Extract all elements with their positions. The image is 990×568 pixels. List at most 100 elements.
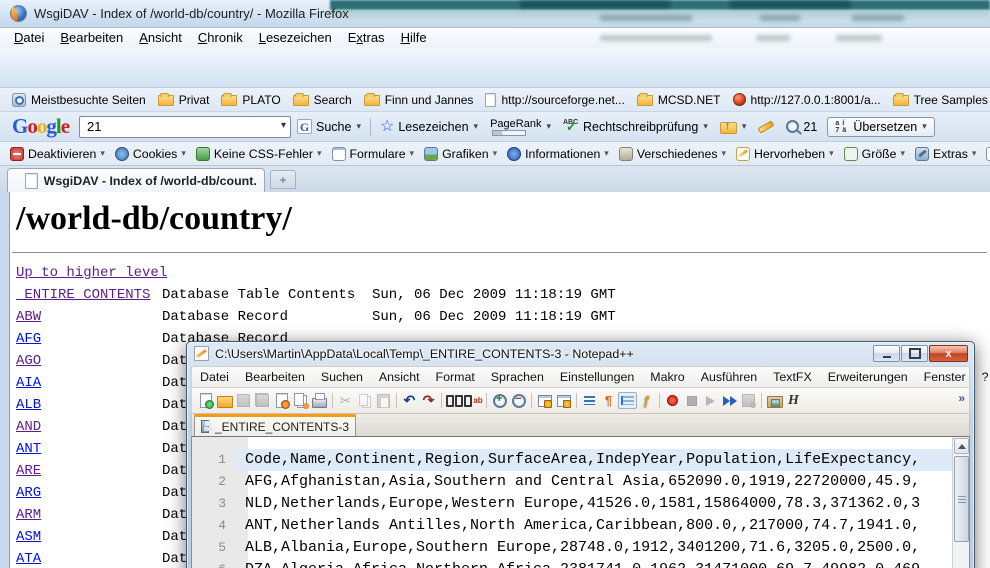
webdev-menu-item[interactable]: Grafiken▾ xyxy=(419,147,502,161)
toolbar-icon[interactable] xyxy=(784,392,803,409)
toolbar-icon[interactable] xyxy=(396,393,397,408)
toolbar-icon[interactable] xyxy=(355,392,374,409)
caret-icon[interactable]: ▾ xyxy=(356,121,361,132)
toolbar-icon[interactable] xyxy=(272,392,291,409)
notepad-menu-item[interactable]: Ausführen xyxy=(693,367,765,388)
minimize-button[interactable] xyxy=(873,345,900,362)
entry-link[interactable]: ATA xyxy=(16,548,162,568)
firefox-titlebar[interactable]: WsgiDAV - Index of /world-db/country/ - … xyxy=(0,0,990,28)
notepad-menu-item[interactable]: Datei xyxy=(192,367,237,388)
webdev-menu-item[interactable]: Deaktivieren▾ xyxy=(5,147,110,161)
scroll-up-arrow[interactable] xyxy=(954,438,969,454)
entry-link[interactable]: ARM xyxy=(16,504,162,526)
pagerank-button[interactable]: PageRank ▾ xyxy=(484,118,557,136)
entry-link[interactable]: ARE xyxy=(16,460,162,482)
toolbar-overflow-chevron[interactable]: » xyxy=(958,391,965,405)
menu-item[interactable]: Datei xyxy=(6,28,52,48)
toolbar-icon[interactable] xyxy=(486,393,487,408)
notepad-menu-item[interactable]: TextFX xyxy=(765,367,820,388)
toolbar-icon[interactable] xyxy=(441,393,442,408)
google-bookmarks-button[interactable]: ☆ Lesezeichen ▾ xyxy=(374,120,484,134)
vertical-scrollbar[interactable] xyxy=(952,437,969,568)
search-dropdown-caret[interactable]: ▾ xyxy=(281,120,286,131)
bookmark-item[interactable]: Tree Samples xyxy=(887,93,990,107)
highlighter-button[interactable] xyxy=(752,124,780,130)
spellcheck-button[interactable]: ABC Rechtschreibprüfung ▾ xyxy=(557,119,714,134)
menu-item[interactable]: Extras xyxy=(340,28,393,48)
toolbar-icon[interactable] xyxy=(739,392,758,409)
bookmark-item[interactable]: http://sourceforge.net... xyxy=(479,93,630,107)
toolbar-icon[interactable] xyxy=(659,393,660,408)
toolbar-icon[interactable] xyxy=(761,393,762,408)
close-button[interactable]: x xyxy=(929,345,968,362)
toolbar-icon[interactable] xyxy=(701,392,720,409)
entry-link[interactable]: ABW xyxy=(16,306,162,328)
caret-icon[interactable]: ▾ xyxy=(703,121,708,132)
bookmark-item[interactable]: http://127.0.0.1:8001/a... xyxy=(727,93,887,107)
entry-link[interactable]: ARG xyxy=(16,482,162,504)
notepad-menu-item[interactable]: Makro xyxy=(642,367,692,388)
toolbar-icon[interactable] xyxy=(509,392,528,409)
webdev-menu-item[interactable]: Formulare▾ xyxy=(327,147,420,161)
webdev-menu-item[interactable]: Extras▾ xyxy=(910,147,981,161)
up-to-higher-level-link[interactable]: Up to higher level xyxy=(16,262,167,284)
toolbar-icon[interactable] xyxy=(576,393,577,408)
find-count-button[interactable]: 21 xyxy=(780,120,823,134)
entry-link[interactable]: _ENTIRE_CONTENTS xyxy=(16,284,162,306)
tab-wsgidav[interactable]: WsgiDAV - Index of /world-db/count... xyxy=(7,168,265,192)
toolbar-icon[interactable] xyxy=(419,392,438,409)
notepad-menu-item[interactable]: Ansicht xyxy=(371,367,428,388)
toolbar-icon[interactable] xyxy=(253,392,272,409)
webdev-menu-item[interactable]: Quellte▾ xyxy=(981,147,990,161)
toolbar-icon[interactable] xyxy=(196,392,215,409)
toolbar-icon[interactable] xyxy=(682,392,701,409)
bookmark-item[interactable]: Meistbesuchte Seiten xyxy=(6,93,152,107)
bookmark-item[interactable]: Finn und Jannes xyxy=(358,93,480,107)
toolbar-icon[interactable] xyxy=(332,393,333,408)
bookmark-item[interactable]: Search xyxy=(287,93,358,107)
toolbar-icon[interactable] xyxy=(234,392,253,409)
google-search-button[interactable]: G Suche ▾ xyxy=(291,119,367,134)
caret-icon[interactable]: ▾ xyxy=(546,121,551,132)
notepad-menu-item[interactable]: Einstellungen xyxy=(552,367,642,388)
entry-link[interactable]: ALB xyxy=(16,394,162,416)
webdev-menu-item[interactable]: Keine CSS-Fehler▾ xyxy=(191,147,327,161)
notepad-menu-item[interactable]: Suchen xyxy=(313,367,371,388)
toolbar-icon[interactable] xyxy=(490,392,509,409)
toolbar-icon[interactable] xyxy=(599,392,618,409)
toolbar-icon[interactable] xyxy=(291,392,310,409)
toolbar-icon[interactable] xyxy=(464,392,483,409)
translate-button[interactable]: aí7ä Übersetzen ▾ xyxy=(827,117,934,137)
notepad-menu-item[interactable]: Fenster xyxy=(916,367,974,388)
toolbar-icon[interactable] xyxy=(445,392,464,409)
menu-item[interactable]: Lesezeichen xyxy=(251,28,340,48)
send-to-button[interactable]: ▾ xyxy=(714,120,753,134)
menu-item[interactable]: Ansicht xyxy=(131,28,190,48)
toolbar-icon[interactable] xyxy=(618,392,637,409)
menu-item[interactable]: Bearbeiten xyxy=(52,28,131,48)
toolbar-icon[interactable] xyxy=(215,392,234,409)
scrollbar-thumb[interactable] xyxy=(954,456,969,542)
caret-icon[interactable]: ▾ xyxy=(474,121,479,132)
webdev-menu-item[interactable]: Größe▾ xyxy=(839,147,910,161)
entry-link[interactable]: AGO xyxy=(16,350,162,372)
notepad-menu-item[interactable]: ? xyxy=(974,367,990,388)
webdev-menu-item[interactable]: Cookies▾ xyxy=(110,147,191,161)
toolbar-icon[interactable] xyxy=(720,392,739,409)
toolbar-icon[interactable] xyxy=(663,392,682,409)
toolbar-icon[interactable] xyxy=(580,392,599,409)
toolbar-icon[interactable] xyxy=(765,392,784,409)
maximize-button[interactable] xyxy=(901,345,928,362)
menu-item[interactable]: Chronik xyxy=(190,28,251,48)
webdev-menu-item[interactable]: Verschiedenes▾ xyxy=(614,147,731,161)
editor-area[interactable]: 1Code,Name,Continent,Region,SurfaceArea,… xyxy=(191,436,970,568)
toolbar-icon[interactable] xyxy=(531,393,532,408)
bookmark-item[interactable]: Privat xyxy=(152,93,216,107)
webdev-menu-item[interactable]: Informationen▾ xyxy=(502,147,614,161)
toolbar-icon[interactable] xyxy=(400,392,419,409)
entry-link[interactable]: AND xyxy=(16,416,162,438)
notepad-titlebar[interactable]: C:\Users\Martin\AppData\Local\Temp\_ENTI… xyxy=(187,342,974,366)
webdev-menu-item[interactable]: Hervorheben▾ xyxy=(731,147,839,161)
bookmark-item[interactable]: MCSD.NET xyxy=(631,93,727,107)
entry-link[interactable]: AFG xyxy=(16,328,162,350)
